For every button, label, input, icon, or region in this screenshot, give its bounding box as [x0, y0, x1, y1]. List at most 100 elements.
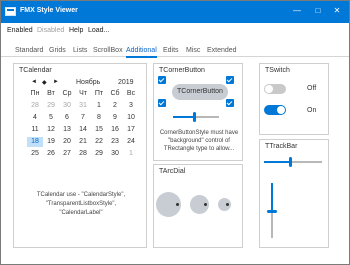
tab-bar: Standard Grids Lists ScrollBox Additiona…	[1, 39, 349, 58]
vertical-trackbar-thumb[interactable]	[267, 210, 277, 213]
calendar-day[interactable]: 29	[43, 101, 59, 111]
calendar-day[interactable]: 3	[123, 101, 139, 111]
vertical-trackbar-fill	[271, 183, 273, 211]
corner-slider-thumb[interactable]	[193, 112, 196, 122]
horizontal-trackbar-thumb[interactable]	[289, 157, 292, 167]
calendar-day[interactable]: 5	[43, 113, 59, 123]
calendar-day[interactable]: 30	[107, 149, 123, 159]
tab-extended[interactable]: Extended	[207, 47, 237, 54]
switch-knob	[265, 85, 273, 93]
calendar-day[interactable]: 25	[27, 149, 43, 159]
tab-additional[interactable]: Additional	[126, 47, 157, 58]
minimize-icon[interactable]: —	[291, 5, 303, 17]
calendar-day[interactable]: 20	[59, 137, 75, 147]
close-icon[interactable]: ✕	[331, 5, 343, 17]
calendar-day[interactable]: 16	[107, 125, 123, 135]
app-window: FMX Style Viewer — □ ✕ Enabled Disabled …	[0, 0, 350, 265]
calendar-year[interactable]: 2019	[118, 79, 134, 86]
arc-dial-indicator	[176, 203, 179, 206]
menu-item-disabled: Disabled	[37, 27, 65, 34]
menu-item-help[interactable]: Help	[69, 27, 83, 34]
next-month-icon[interactable]: ►	[53, 79, 59, 85]
calendar-day[interactable]: 9	[107, 113, 123, 123]
maximize-icon[interactable]: □	[312, 5, 324, 17]
weekday-header: Вт	[47, 90, 55, 97]
trackbar-panel: TTrackBar	[259, 139, 329, 248]
weekday-header: Сб	[110, 90, 120, 97]
tab-misc[interactable]: Misc	[186, 47, 200, 54]
switch-panel: TSwitch	[259, 63, 329, 135]
calendar-day[interactable]: 10	[123, 113, 139, 123]
calendar-day[interactable]: 7	[75, 113, 91, 123]
arc-dial-panel-title: TArcDial	[159, 168, 186, 175]
calendar-day[interactable]: 13	[59, 125, 75, 135]
calendar-day[interactable]: 8	[91, 113, 107, 123]
trackbar-panel-title: TTrackBar	[265, 143, 298, 150]
calendar-day[interactable]: 22	[91, 137, 107, 147]
calendar-day[interactable]: 17	[123, 125, 139, 135]
corner-button-panel-title: TCornerButton	[159, 67, 205, 74]
calendar-day[interactable]: 6	[59, 113, 75, 123]
calendar-header: ◄ ◆ ► Ноябрь 2019	[31, 79, 135, 89]
calendar-footer-note: TCalendar use - "CalendarStyle", "Transp…	[36, 192, 126, 216]
calendar-day[interactable]: 30	[59, 101, 75, 111]
calendar-day[interactable]: 31	[75, 101, 91, 111]
calendar-day[interactable]: 15	[91, 125, 107, 135]
today-icon[interactable]: ◆	[42, 79, 47, 86]
calendar-day[interactable]: 26	[43, 149, 59, 159]
calendar-day[interactable]: 29	[91, 149, 107, 159]
switch-off[interactable]	[264, 84, 286, 94]
corner-checkbox-top-right[interactable]	[226, 76, 234, 84]
calendar-day[interactable]: 24	[123, 137, 139, 147]
tab-lists[interactable]: Lists	[73, 47, 87, 54]
corner-checkbox-bottom-right[interactable]	[226, 99, 234, 107]
arc-dial-medium[interactable]	[190, 195, 209, 214]
tab-grids[interactable]: Grids	[49, 47, 66, 54]
switch-off-label: Off	[307, 85, 317, 92]
switch-on[interactable]	[264, 105, 286, 115]
calendar-day[interactable]: 21	[75, 137, 91, 147]
corner-button[interactable]: TCornerButton	[172, 84, 228, 100]
corner-slider-fill	[173, 116, 194, 118]
calendar-day[interactable]: 14	[75, 125, 91, 135]
calendar-day-selected[interactable]: 18	[27, 137, 43, 147]
weekday-header: Пн	[30, 90, 40, 97]
arc-dial-indicator	[226, 203, 229, 206]
weekday-header: Вс	[126, 90, 136, 97]
calendar-panel-title: TCalendar	[19, 67, 52, 74]
window-title: FMX Style Viewer	[20, 7, 78, 14]
horizontal-trackbar-fill	[264, 161, 290, 163]
weekday-header: Пт	[94, 90, 104, 97]
weekday-header: Ср	[62, 90, 72, 97]
arc-dial-small[interactable]	[218, 198, 231, 211]
menu-bar: Enabled Disabled Help Load...	[1, 23, 349, 39]
title-bar[interactable]: FMX Style Viewer — □ ✕	[1, 1, 349, 23]
corner-checkbox-bottom-left[interactable]	[158, 99, 166, 107]
arc-dial-indicator	[204, 203, 207, 206]
menu-item-load[interactable]: Load...	[88, 27, 109, 34]
calendar-day[interactable]: 2	[107, 101, 123, 111]
calendar-day[interactable]: 19	[43, 137, 59, 147]
calendar-day[interactable]: 1	[91, 101, 107, 111]
calendar-day[interactable]: 23	[107, 137, 123, 147]
calendar-grid: Пн Вт Ср Чт Пт Сб Вс 28 29 30 31 1 2 3 4…	[27, 89, 139, 161]
switch-panel-title: TSwitch	[265, 67, 290, 74]
calendar-day[interactable]: 4	[27, 113, 43, 123]
corner-checkbox-top-left[interactable]	[158, 76, 166, 84]
calendar-day[interactable]: 27	[59, 149, 75, 159]
tab-edits[interactable]: Edits	[163, 47, 179, 54]
calendar-day[interactable]: 12	[43, 125, 59, 135]
calendar-month[interactable]: Ноябрь	[76, 79, 100, 86]
tab-standard[interactable]: Standard	[15, 47, 43, 54]
menu-item-enabled[interactable]: Enabled	[7, 27, 33, 34]
app-icon	[5, 7, 16, 16]
tab-scrollbox[interactable]: ScrollBox	[93, 47, 123, 54]
calendar-day[interactable]: 11	[27, 125, 43, 135]
calendar-day[interactable]: 1	[123, 149, 139, 159]
switch-knob	[277, 106, 285, 114]
weekday-header: Чт	[79, 90, 87, 97]
calendar-day[interactable]: 28	[27, 101, 43, 111]
calendar-day[interactable]: 28	[75, 149, 91, 159]
arc-dial-large[interactable]	[156, 192, 181, 217]
prev-month-icon[interactable]: ◄	[31, 79, 37, 85]
